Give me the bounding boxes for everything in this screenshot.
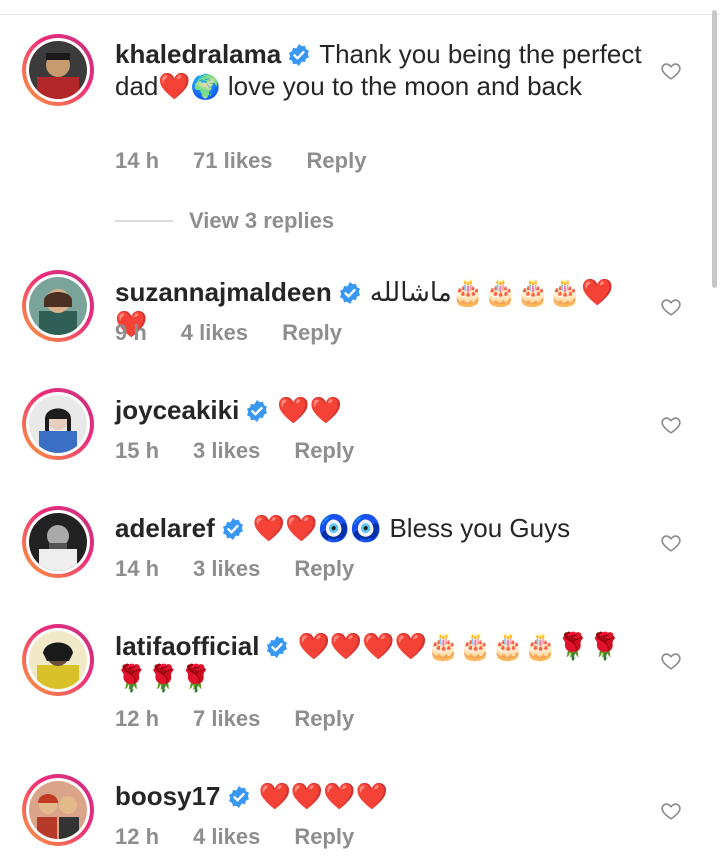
avatar[interactable] — [22, 506, 94, 578]
view-replies-button[interactable]: View 3 replies — [115, 208, 334, 234]
comment-text: latifaofficial ❤️❤️❤️❤️🎂🎂🎂🎂🌹🌹🌹🌹🌹 — [115, 630, 645, 694]
red-heart-emoji: ❤️ — [158, 71, 191, 101]
likes-count[interactable]: 4 likes — [181, 320, 248, 345]
scrollbar[interactable] — [712, 10, 717, 288]
globe-emoji: 🌍 — [190, 74, 221, 101]
reply-button[interactable]: Reply — [307, 148, 367, 173]
likes-count[interactable]: 71 likes — [193, 148, 273, 173]
comment-body: ❤️❤️❤️❤️ — [258, 781, 389, 811]
reply-button[interactable]: Reply — [294, 706, 354, 731]
reply-button[interactable]: Reply — [294, 438, 354, 463]
timestamp: 12 h — [115, 706, 160, 731]
comment-meta: 14 h 71 likes Reply — [115, 148, 400, 174]
username[interactable]: latifaofficial — [115, 631, 259, 661]
reply-button[interactable]: Reply — [282, 320, 342, 345]
avatar[interactable] — [22, 624, 94, 696]
replies-divider-line — [115, 220, 173, 222]
heart-outline-icon[interactable] — [660, 800, 682, 822]
verified-badge-icon — [287, 43, 311, 67]
timestamp: 14 h — [115, 148, 160, 173]
heart-outline-icon[interactable] — [660, 60, 682, 82]
username[interactable]: adelaref — [115, 513, 215, 543]
verified-badge-icon — [265, 635, 289, 659]
timestamp: 15 h — [115, 438, 160, 463]
comment-body-continued: love you to the moon and back — [220, 71, 583, 101]
view-replies-label[interactable]: View 3 replies — [189, 208, 334, 234]
verified-badge-icon — [245, 399, 269, 423]
verified-badge-icon — [227, 785, 251, 809]
comment-meta: 15 h 3 likes Reply — [115, 438, 388, 464]
reply-button[interactable]: Reply — [294, 556, 354, 581]
username[interactable]: joyceakiki — [115, 395, 239, 425]
comment-text: adelaref ❤️❤️🧿🧿 Bless you Guys — [115, 512, 645, 544]
timestamp: 14 h — [115, 556, 160, 581]
top-divider — [0, 14, 720, 15]
comment-meta: 14 h 3 likes Reply — [115, 556, 388, 582]
comment-meta: 12 h 7 likes Reply — [115, 706, 388, 732]
avatar[interactable] — [22, 270, 94, 342]
username[interactable]: khaledralama — [115, 39, 281, 69]
heart-outline-icon[interactable] — [660, 414, 682, 436]
heart-outline-icon[interactable] — [660, 650, 682, 672]
likes-count[interactable]: 4 likes — [193, 824, 260, 849]
verified-badge-icon — [221, 517, 245, 541]
likes-count[interactable]: 3 likes — [193, 556, 260, 581]
likes-count[interactable]: 7 likes — [193, 706, 260, 731]
timestamp: 9 h — [115, 320, 147, 345]
comment-text: khaledralama Thank you being the perfect … — [115, 38, 645, 104]
comment-body: ❤️❤️ — [277, 395, 343, 425]
username[interactable]: suzannajmaldeen — [115, 277, 332, 307]
comment-meta: 9 h 4 likes Reply — [115, 320, 376, 346]
verified-badge-icon — [338, 281, 362, 305]
heart-outline-icon[interactable] — [660, 296, 682, 318]
comment-body: ❤️❤️🧿🧿 Bless you Guys — [252, 513, 571, 543]
comment-meta: 12 h 4 likes Reply — [115, 824, 388, 850]
likes-count[interactable]: 3 likes — [193, 438, 260, 463]
heart-outline-icon[interactable] — [660, 532, 682, 554]
comment-text: joyceakiki ❤️❤️ — [115, 394, 645, 426]
comment-text: boosy17 ❤️❤️❤️❤️ — [115, 780, 645, 812]
reply-button[interactable]: Reply — [294, 824, 354, 849]
username[interactable]: boosy17 — [115, 781, 221, 811]
avatar[interactable] — [22, 34, 94, 106]
timestamp: 12 h — [115, 824, 160, 849]
avatar[interactable] — [22, 388, 94, 460]
avatar[interactable] — [22, 774, 94, 846]
